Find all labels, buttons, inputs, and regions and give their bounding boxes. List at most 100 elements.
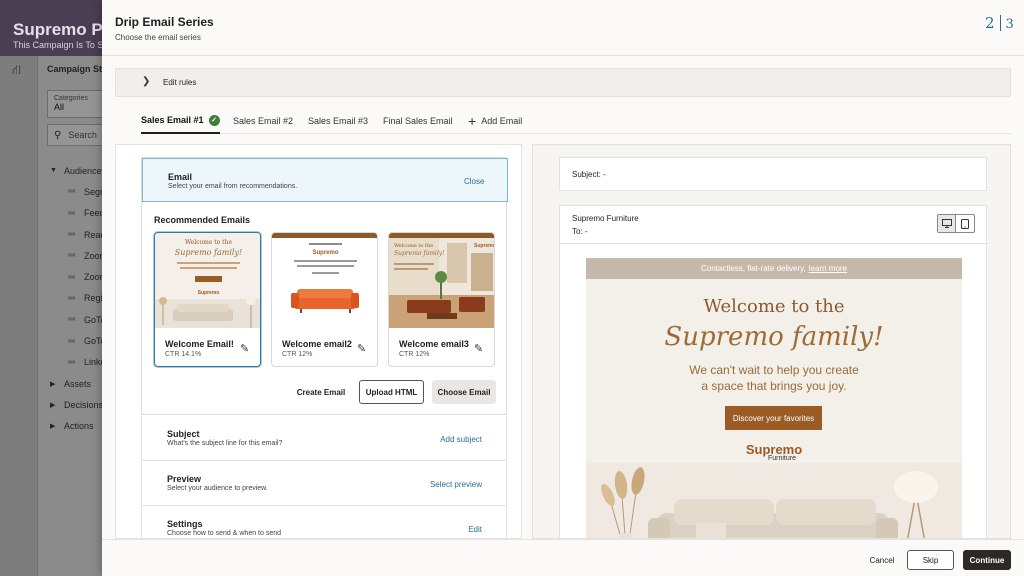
select-preview-link[interactable]: Select preview [430,480,482,489]
cancel-button[interactable]: Cancel [862,550,902,570]
tab-sales-email-2[interactable]: Sales Email #2 [233,108,293,134]
tree-item[interactable]: ═ Zoon [50,266,110,287]
add-subject-link[interactable]: Add subject [440,435,482,444]
email-thumbnail: Welcome to the Supremo family! Supremo [389,233,494,328]
preview-container: Supremo Furniture To: - Contactless, fla… [559,205,988,538]
drag-handle-icon: ═ [68,356,76,368]
check-circle-icon: ✓ [208,114,220,126]
drawer-header: Drip Email Series Choose the email serie… [102,0,1024,56]
skip-button[interactable]: Skip [907,550,954,570]
categories-value: All [54,102,65,112]
step-indicator: 2 3 [985,13,1014,33]
svg-text:Welcome to the: Welcome to the [185,239,232,246]
pencil-icon[interactable]: ✎ [240,342,249,355]
tree-item-label: Assets [64,378,92,389]
continue-button[interactable]: Continue [963,550,1011,570]
tablet-icon[interactable] [956,215,974,232]
recommended-email-name: Welcome email2 [282,339,352,349]
tree-item-label: Decisions [64,399,104,410]
recommended-email-card[interactable]: Welcome to the Supremo family! Supremo W… [154,232,261,367]
tree-item[interactable]: ═ GoTo [50,309,110,330]
drawer-footer: Cancel Skip Continue [102,539,1024,576]
preview-title: Preview [167,474,202,484]
tab-final-sales-email[interactable]: Final Sales Email [383,108,453,134]
drag-handle-icon: ═ [68,292,76,304]
drip-email-drawer: Drip Email Series Choose the email serie… [102,0,1024,576]
tree-item[interactable]: ═ Read [50,224,110,245]
recommended-email-card[interactable]: Supremo Welcome email2 CTR 12% ✎ [271,232,378,367]
categories-select[interactable]: Categories All [47,90,107,118]
tree-group[interactable]: ▼ Audience [50,160,110,181]
subject-section: Subject What's the subject line for this… [141,416,507,461]
tree-item[interactable]: ═ Linke [50,352,110,373]
to-line: To: - [572,227,588,236]
step-separator [999,14,1001,31]
supremo-logo: Supremo Furniture [586,442,962,462]
icon-rail [0,56,38,576]
subject-title: Subject [167,429,200,439]
flow-icon[interactable]: ⛙ [12,62,21,80]
drag-handle-icon: ═ [68,335,76,347]
recommended-email-card[interactable]: Welcome to the Supremo family! Supremo W… [388,232,495,367]
tree-group[interactable]: ▶ Actions [50,416,110,437]
learn-more-link[interactable]: learn more [809,264,847,273]
edit-rules-label: Edit rules [163,78,197,87]
settings-title: Settings [167,519,203,529]
close-link[interactable]: Close [464,177,484,186]
email-config-panel: Email Select your email from recommendat… [115,144,522,539]
tab-sales-email-1[interactable]: Sales Email #1 ✓ [141,108,220,134]
drag-handle-icon: ═ [68,229,76,241]
subject-display: Subject: - [559,157,987,191]
add-email-label: Add Email [481,116,523,126]
device-toggle [937,214,975,233]
edit-rules-toggle[interactable]: ❯ Edit rules [115,68,1011,97]
drawer-title: Drip Email Series [115,15,214,29]
drag-handle-icon: ═ [68,271,76,283]
caret-right-icon: ▶ [50,423,56,431]
upload-html-button[interactable]: Upload HTML [359,380,424,404]
drag-handle-icon: ═ [68,186,76,198]
tab-sales-email-3[interactable]: Sales Email #3 [308,108,368,134]
pencil-icon[interactable]: ✎ [357,342,366,355]
email-welcome-heading: Welcome to the [703,296,845,317]
step-current: 2 [985,13,995,32]
email-tabs: Sales Email #1 ✓ Sales Email #2 Sales Em… [141,108,1011,134]
recommended-email-ctr: CTR 12% [282,351,313,358]
subject-subtitle: What's the subject line for this email? [167,440,283,447]
tree-item[interactable]: ═ Zoon [50,245,110,266]
tree-item[interactable]: ═ GoTo [50,330,110,351]
subject-line: Subject: - [572,170,606,179]
email-section-title: Email [168,172,193,182]
tab-label: Sales Email #1 [141,115,204,125]
svg-text:Supremo family!: Supremo family! [175,248,242,257]
choose-email-button[interactable]: Choose Email [432,380,496,404]
tree-group[interactable]: ▶ Assets [50,373,110,394]
edit-settings-link[interactable]: Edit [468,525,482,534]
svg-text:Welcome to the: Welcome to the [394,243,433,249]
drawer-subtitle: Choose the email series [115,33,201,42]
steps-search-input[interactable]: ⚲ Search [47,124,107,146]
create-email-button[interactable]: Create Email [288,380,354,404]
tree-item[interactable]: ═ Segm [50,181,110,202]
caret-right-icon: ▶ [50,380,56,388]
recommended-email-ctr: CTR 14.1% [165,351,202,358]
desktop-icon[interactable] [938,215,957,232]
email-body-line: We can't wait to help you create [689,363,859,377]
recommended-email-name: Welcome Email! [165,339,234,349]
tree-item[interactable]: ═ Regis [50,288,110,309]
steps-tree: ▼ Audience ═ Segm ═ Feed ═ Read ═ Zoon ═ Zoon ═ Regis… [50,160,110,437]
tab-label: Sales Email #3 [308,116,369,126]
email-family-heading: Supremo family! [664,322,884,352]
preview-subtitle: Select your audience to preview. [167,485,268,492]
steps-label: Campaign Ste [47,64,108,74]
delivery-banner: Contactless, flat-rate delivery, learn m… [586,258,962,279]
recommended-email-name: Welcome email3 [399,339,469,349]
email-thumbnail: Supremo [272,233,377,328]
from-name: Supremo Furniture [572,214,639,223]
tree-item[interactable]: ═ Feed [50,203,110,224]
tree-group[interactable]: ▶ Decisions [50,394,110,415]
discover-favorites-button[interactable]: Discover your favorites [725,406,822,430]
add-email-button[interactable]: + Add Email [468,108,522,134]
search-placeholder: Search [68,130,97,140]
pencil-icon[interactable]: ✎ [474,342,483,355]
